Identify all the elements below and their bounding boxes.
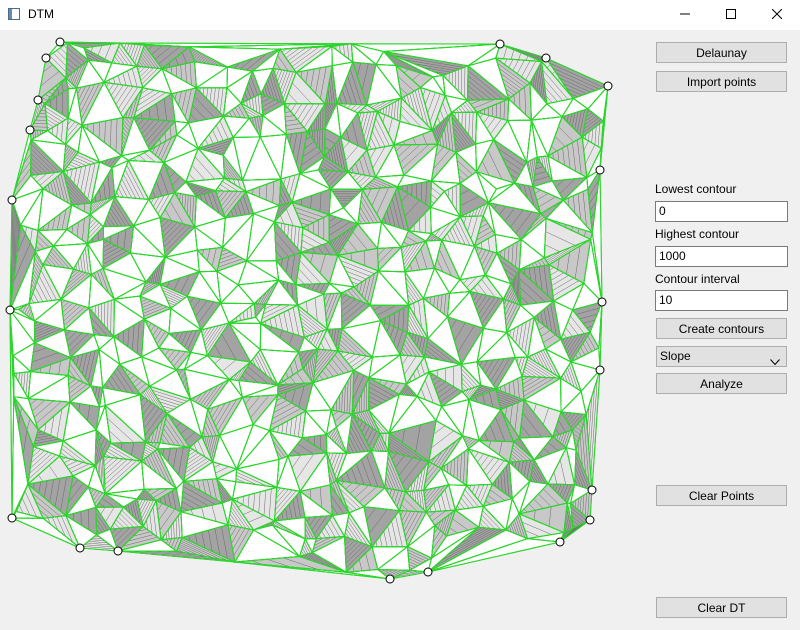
analysis-type-select[interactable]: Slope	[656, 346, 787, 367]
dtm-window: DTM Delaunay Import points Lowest contou…	[0, 0, 800, 630]
point-marker[interactable]	[603, 81, 613, 91]
point-marker[interactable]	[423, 567, 433, 577]
contour-interval-label: Contour interval	[655, 272, 740, 286]
point-marker[interactable]	[385, 574, 395, 584]
point-marker[interactable]	[33, 95, 43, 105]
lowest-contour-label: Lowest contour	[655, 182, 737, 196]
clear-points-button[interactable]: Clear Points	[656, 485, 787, 506]
analysis-type-value: Slope	[660, 349, 691, 363]
window-title: DTM	[28, 7, 54, 21]
delaunay-button[interactable]: Delaunay	[656, 42, 787, 63]
analyze-button[interactable]: Analyze	[656, 373, 787, 394]
point-marker[interactable]	[55, 37, 65, 47]
app-icon	[8, 8, 20, 20]
point-marker[interactable]	[555, 537, 565, 547]
point-marker[interactable]	[595, 165, 605, 175]
dtm-canvas[interactable]	[0, 30, 640, 630]
close-icon	[771, 8, 783, 22]
point-marker[interactable]	[5, 305, 15, 315]
minimize-icon	[680, 8, 690, 22]
chevron-down-icon	[770, 353, 780, 372]
minimize-button[interactable]	[662, 0, 708, 30]
point-marker[interactable]	[41, 53, 51, 63]
lowest-contour-input[interactable]: 0	[655, 201, 788, 222]
maximize-icon	[726, 8, 736, 22]
point-marker[interactable]	[25, 125, 35, 135]
triangle-edge	[59, 41, 120, 44]
contour-interval-input[interactable]: 10	[655, 290, 788, 311]
point-marker[interactable]	[7, 513, 17, 523]
point-marker[interactable]	[595, 365, 605, 375]
title-bar[interactable]: DTM	[0, 0, 800, 30]
triangulation-view[interactable]	[0, 30, 640, 630]
point-marker[interactable]	[495, 39, 505, 49]
create-contours-button[interactable]: Create contours	[656, 318, 787, 339]
point-marker[interactable]	[113, 546, 123, 556]
point-marker[interactable]	[587, 485, 597, 495]
import-points-button[interactable]: Import points	[656, 71, 787, 92]
maximize-button[interactable]	[708, 0, 754, 30]
point-marker[interactable]	[75, 543, 85, 553]
clear-dt-button[interactable]: Clear DT	[656, 597, 787, 618]
point-marker[interactable]	[597, 297, 607, 307]
close-button[interactable]	[754, 0, 800, 30]
point-marker[interactable]	[541, 53, 551, 63]
point-marker[interactable]	[585, 515, 595, 525]
highest-contour-input[interactable]: 1000	[655, 246, 788, 267]
highest-contour-label: Highest contour	[655, 227, 740, 241]
point-marker[interactable]	[7, 195, 17, 205]
